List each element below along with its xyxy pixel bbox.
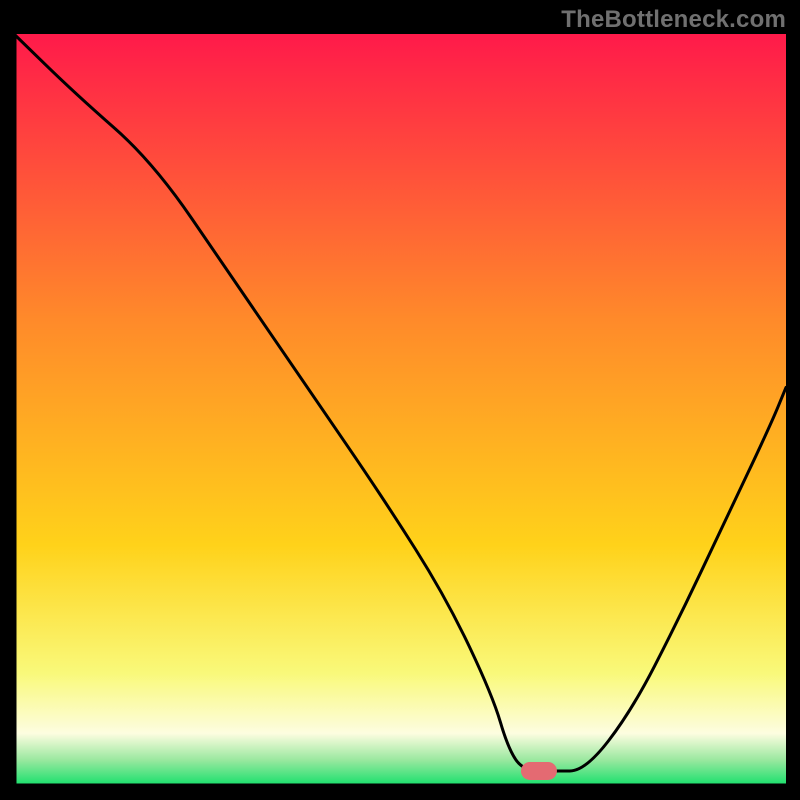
plot-area — [14, 34, 786, 786]
chart-frame: TheBottleneck.com — [0, 0, 800, 800]
optimum-marker — [521, 762, 557, 780]
watermark-text: TheBottleneck.com — [561, 6, 786, 34]
chart-svg — [14, 34, 786, 786]
gradient-background — [14, 34, 786, 786]
